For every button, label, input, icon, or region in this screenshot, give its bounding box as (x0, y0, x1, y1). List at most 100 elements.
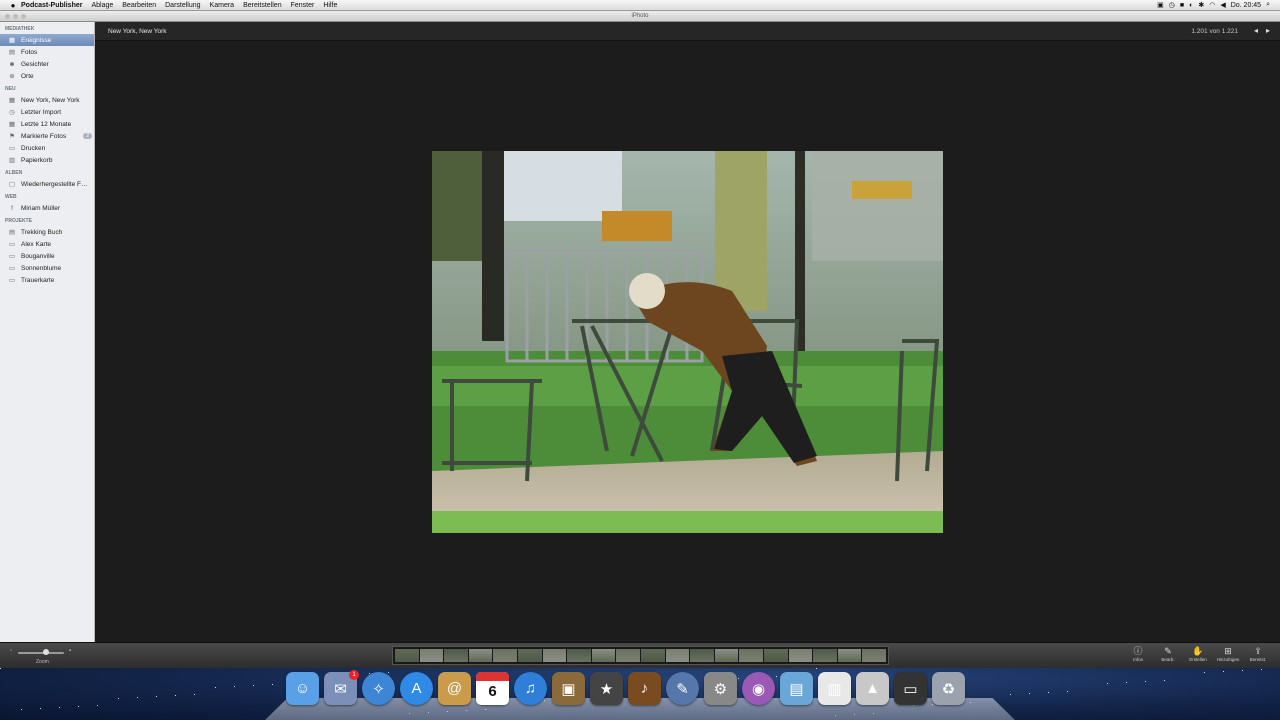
sidebar-item[interactable]: ▭ Trauerkarte (0, 274, 94, 286)
apple-menu-icon[interactable]: ● (5, 1, 21, 10)
sidebar-item[interactable]: ▦ New York, New York (0, 94, 94, 106)
filmstrip-thumbnail[interactable] (468, 649, 493, 662)
filmstrip-thumbnail[interactable] (837, 649, 862, 662)
filmstrip-thumbnail[interactable] (640, 649, 665, 662)
filmstrip-thumbnail[interactable] (542, 649, 567, 662)
sync-icon[interactable]: ◐ (1189, 2, 1193, 9)
finder-icon[interactable]: ☺ (286, 672, 319, 705)
imovie-icon[interactable]: ★ (590, 672, 623, 705)
bluetooth-icon[interactable]: ✱ (1198, 1, 1204, 9)
volume-icon[interactable]: ◀ (1220, 1, 1225, 9)
preview-icon[interactable]: ▲ (856, 672, 889, 705)
desktop-star (215, 687, 216, 688)
filmstrip-thumbnail[interactable] (862, 649, 886, 662)
toolbar-button-label: Erstellen (1189, 657, 1207, 662)
pdf-document-icon[interactable]: ▥ (818, 672, 851, 705)
garageband-icon[interactable]: ♪ (628, 672, 661, 705)
sidebar-item[interactable]: ▦ Letzte 12 Monate (0, 118, 94, 130)
menu-ablage[interactable]: Ablage (91, 2, 113, 9)
podcast-capture-icon[interactable]: ◉ (742, 672, 775, 705)
trash-icon[interactable]: ♻ (932, 672, 965, 705)
filmstrip-thumbnail[interactable] (714, 649, 739, 662)
menu-kamera[interactable]: Kamera (210, 2, 235, 9)
zoom-slider-knob[interactable] (42, 649, 49, 655)
app-store-icon[interactable]: A (400, 672, 433, 705)
filmstrip-thumbnail[interactable] (616, 649, 640, 662)
filmstrip-thumbnail[interactable] (690, 649, 714, 662)
desktop-star (1204, 672, 1205, 673)
menu-darstellung[interactable]: Darstellung (165, 2, 200, 9)
sidebar-item[interactable]: ▭ Bouganville (0, 250, 94, 262)
toolbar-bearb-button[interactable]: ✎ Bearb. (1156, 646, 1180, 662)
sidebar-item[interactable]: ⊕ Orte (0, 70, 94, 82)
sidebar-item[interactable]: ▭ Sonnenblume (0, 262, 94, 274)
filmstrip-thumbnail[interactable] (517, 649, 542, 662)
zoom-slider[interactable] (18, 652, 64, 654)
applications-folder-icon[interactable]: ▤ (780, 672, 813, 705)
toolbar-infos-button[interactable]: ⓘ Infos (1126, 646, 1150, 662)
toolbar-hinzufügen-button[interactable]: ⊞ Hinzufügen (1216, 646, 1240, 662)
screen-recording-icon[interactable]: ▭ (894, 672, 927, 705)
iphoto-icon[interactable]: ▣ (552, 672, 585, 705)
photo-park-bench-scene[interactable] (432, 151, 943, 533)
book-icon: ▤ (8, 229, 16, 236)
sidebar-item[interactable]: ◷ Letzter Import (0, 106, 94, 118)
xcode-icon[interactable]: ✎ (666, 672, 699, 705)
filmstrip-thumbnail[interactable] (567, 649, 591, 662)
filmstrip-thumbnail[interactable] (813, 649, 837, 662)
itunes-icon[interactable]: ♫ (514, 672, 547, 705)
previous-photo-arrow-icon[interactable]: ◂ (1254, 26, 1258, 35)
desktop-star (21, 709, 22, 710)
menu-clock[interactable]: Do. 20:45 (1231, 2, 1261, 9)
filmstrip-thumbnail[interactable] (739, 649, 763, 662)
next-photo-arrow-icon[interactable]: ▸ (1266, 26, 1270, 35)
filmstrip[interactable] (392, 646, 889, 665)
filmstrip-thumbnail[interactable] (763, 649, 788, 662)
menu-bearbeiten[interactable]: Bearbeiten (122, 2, 156, 9)
spotlight-icon[interactable]: ⌕ (1266, 1, 1270, 9)
sidebar-item-label: Fotos (21, 48, 38, 56)
time-machine-icon[interactable]: ◷ (1169, 1, 1175, 9)
filmstrip-thumbnail[interactable] (591, 649, 616, 662)
desktop-star (1107, 683, 1108, 684)
sidebar-heading-neu: NEU (5, 86, 16, 92)
menu-app-name[interactable]: Podcast-Publisher (21, 2, 82, 9)
sidebar-item[interactable]: ▦ Ereignisse (0, 34, 94, 46)
menu-fenster[interactable]: Fenster (291, 2, 315, 9)
minimize-window-button[interactable] (13, 14, 18, 19)
toolbar-erstellen-button[interactable]: ✋ Erstellen (1186, 646, 1210, 662)
filmstrip-thumbnail[interactable] (493, 649, 517, 662)
desktop-star (1145, 681, 1146, 682)
zoom-small-icon[interactable]: ▫ (10, 648, 12, 654)
address-book-icon[interactable]: @ (438, 672, 471, 705)
zoom-large-icon[interactable]: ▪ (69, 648, 71, 654)
sidebar-item[interactable]: ⚑ Markierte Fotos 2 (0, 130, 94, 142)
safari-icon[interactable]: ✧ (362, 672, 395, 705)
screen-icon[interactable]: ■ (1180, 2, 1184, 9)
zoom-window-button[interactable] (21, 14, 26, 19)
filmstrip-thumbnail[interactable] (444, 649, 468, 662)
filmstrip-thumbnail[interactable] (395, 649, 419, 662)
filmstrip-thumbnail[interactable] (419, 649, 444, 662)
filmstrip-thumbnail[interactable] (665, 649, 690, 662)
sidebar-item[interactable]: ▢ Wiederhergestellte F… (0, 178, 94, 190)
sidebar-item[interactable]: ▥ Papierkorb (0, 154, 94, 166)
desktop-star (175, 695, 176, 696)
sidebar-item[interactable]: ▭ Alex Karte (0, 238, 94, 250)
close-window-button[interactable] (5, 14, 10, 19)
sidebar-item[interactable]: ▭ Drucken (0, 142, 94, 154)
desktop-star (1067, 691, 1068, 692)
menu-hilfe[interactable]: Hilfe (323, 2, 337, 9)
sidebar-item[interactable]: ☻ Gesichter (0, 58, 94, 70)
ical-icon[interactable]: 6 (476, 672, 509, 705)
status-menu-icon[interactable]: ▣ (1157, 1, 1164, 9)
filmstrip-thumbnail[interactable] (788, 649, 813, 662)
sidebar-item[interactable]: ▤ Trekking Buch (0, 226, 94, 238)
toolbar-bereitst-button[interactable]: ⇪ Bereitst. (1246, 646, 1270, 662)
system-preferences-icon[interactable]: ⚙ (704, 672, 737, 705)
menu-bereitstellen[interactable]: Bereitstellen (243, 2, 282, 9)
sidebar-item[interactable]: ▤ Fotos (0, 46, 94, 58)
wifi-icon[interactable]: ◠ (1209, 1, 1215, 9)
sidebar-item[interactable]: f Miriam Müller (0, 202, 94, 214)
mail-icon[interactable]: ✉ 1 (324, 670, 359, 705)
